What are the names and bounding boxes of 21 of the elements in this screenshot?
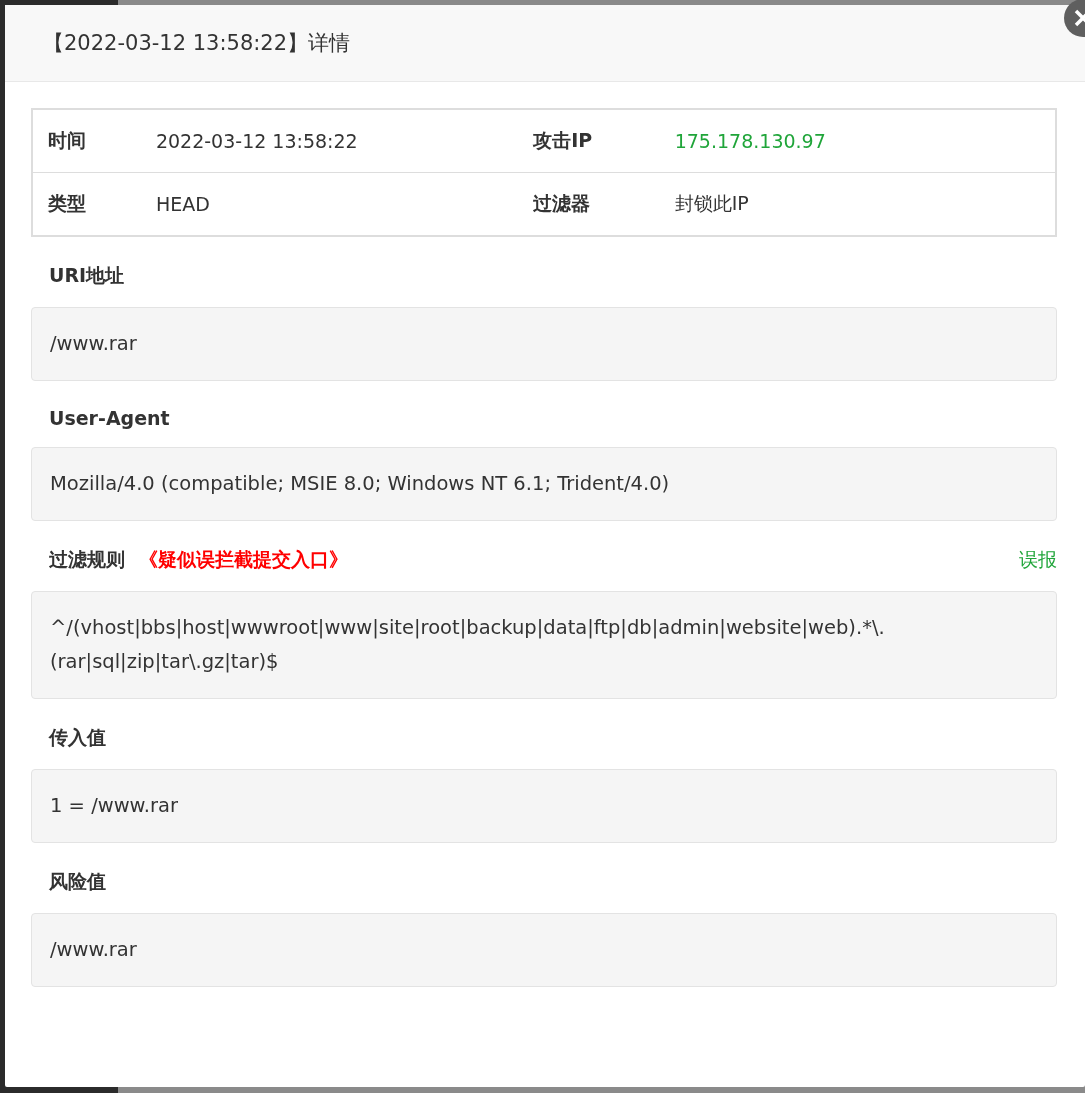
section-label: 风险值 (49, 869, 106, 894)
value-box: /www.rar (31, 913, 1057, 987)
section-label: 过滤规则 (49, 547, 125, 572)
dialog-title: 【2022-03-12 13:58:22】详情 (43, 30, 351, 57)
value-box: ^/(vhost|bbs|host|wwwroot|www|site|root|backup|data|ftp|db|admin|website|web).*\.(rar|sql|zip|tar\.gz|tar)$ (31, 591, 1057, 699)
value-box: 1 = /www.rar (31, 769, 1057, 843)
table-cell: 2022-03-12 13:58:22 (154, 109, 534, 173)
value-box: /www.rar (31, 307, 1057, 381)
table-cell: 175.178.130.97 (673, 109, 1056, 173)
table-cell: 类型 (32, 172, 155, 236)
table-cell: 过滤器 (533, 172, 674, 236)
table-cell: 攻击IP (533, 109, 674, 173)
false-report-link[interactable]: 误报 (1019, 547, 1057, 573)
table-cell: 封锁此IP (673, 172, 1056, 236)
section-label: User-Agent (49, 407, 170, 429)
section-label: 传入值 (49, 725, 106, 750)
table-cell: 时间 (32, 109, 155, 173)
section-label: URI地址 (49, 263, 125, 288)
warning-note: 《疑似误拦截提交入口》 (139, 547, 348, 572)
table-cell: HEAD (154, 172, 534, 236)
value-box: Mozilla/4.0 (compatible; MSIE 8.0; Windows NT 6.1; Trident/4.0) (31, 447, 1057, 521)
